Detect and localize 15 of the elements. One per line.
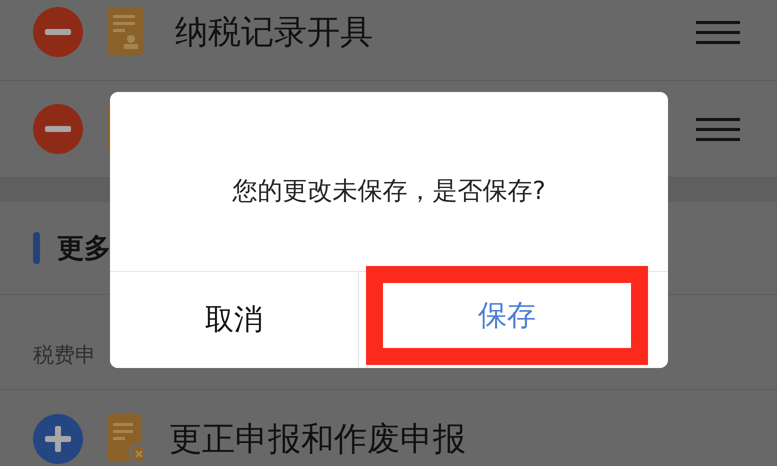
save-button[interactable]: 保存 [366, 266, 648, 365]
dialog-message: 您的更改未保存，是否保存? [232, 175, 546, 207]
certificate-icon [107, 7, 143, 57]
remove-icon[interactable] [33, 7, 83, 57]
drag-handle-icon[interactable] [696, 20, 740, 44]
add-icon[interactable] [33, 414, 83, 464]
section-heading: 更多 [57, 232, 111, 266]
remove-icon[interactable] [33, 104, 83, 154]
document-icon [107, 414, 143, 464]
section-marker [33, 232, 40, 264]
category-label: 税费申 [33, 342, 96, 369]
cancel-button[interactable]: 取消 [110, 272, 359, 368]
item-title: 更正申报和作废申报 [169, 418, 466, 460]
item-title: 纳税记录开具 [175, 10, 373, 52]
drag-handle-icon[interactable] [696, 118, 740, 140]
